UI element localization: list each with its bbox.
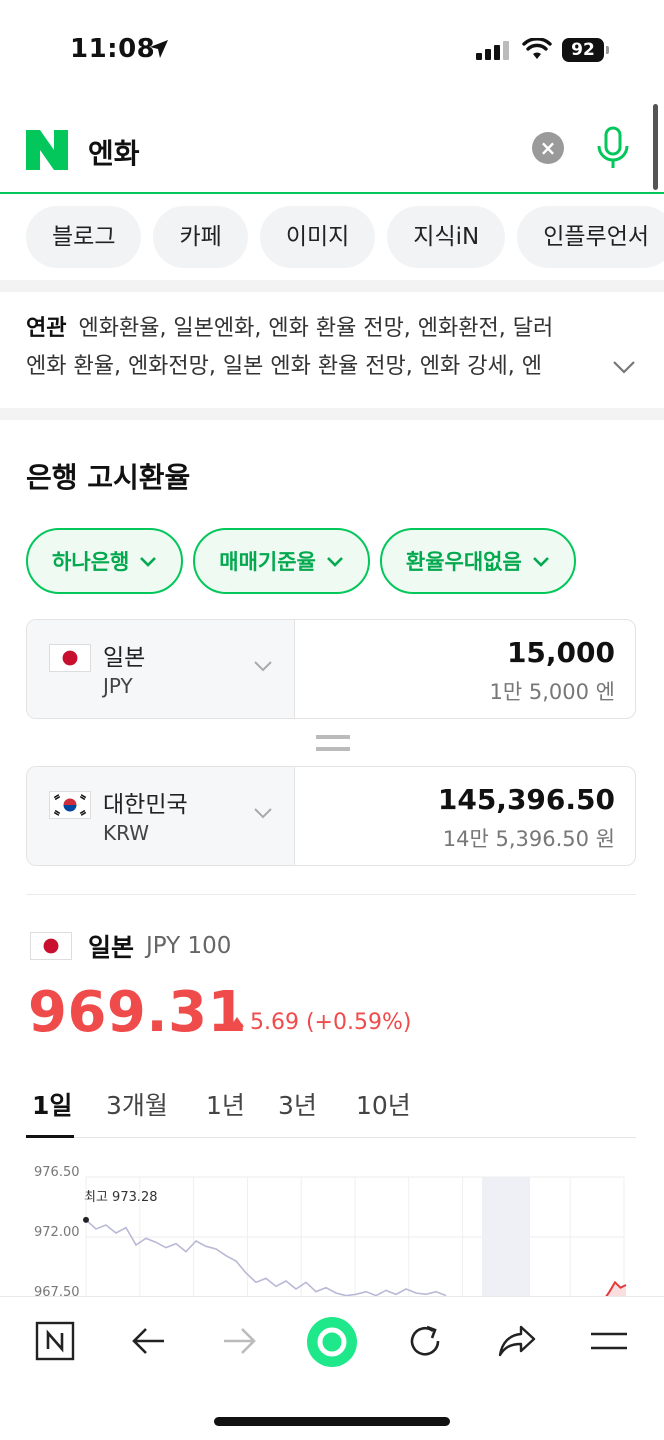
bank-select[interactable]: 하나은행 [26, 528, 184, 594]
to-currency-code: KRW [103, 821, 149, 845]
status-bar: 11:08 92 [0, 0, 664, 100]
chevron-down-icon [140, 556, 157, 567]
tab-3months[interactable]: 3개월 [106, 1086, 168, 1122]
share-icon[interactable] [497, 1321, 537, 1361]
to-amount-words: 14만 5,396.50 원 [442, 827, 615, 851]
triangle-up-icon [230, 1017, 244, 1027]
discount-select[interactable]: 환율우대없음 [379, 528, 576, 594]
active-tab-indicator [26, 1135, 74, 1138]
from-currency-name: 일본 [103, 645, 146, 671]
section-divider [0, 408, 664, 420]
to-currency-select[interactable]: 대한민국 KRW [27, 767, 295, 865]
to-currency-row: 대한민국 KRW 145,396.50 14만 5,396.50 원 [26, 766, 636, 866]
forward-arrow-icon[interactable] [220, 1321, 260, 1361]
chevron-down-icon [254, 808, 272, 819]
related-keywords-line2[interactable]: 엔화 환율, 엔화전망, 일본 엔화 환율 전망, 엔화 강세, 엔 [26, 354, 542, 379]
to-currency-name: 대한민국 [103, 792, 188, 818]
tab-1year[interactable]: 1년 [206, 1086, 245, 1122]
chevron-down-icon [254, 661, 272, 672]
period-tabs: 1일 3개월 1년 3년 10년 [26, 1080, 636, 1138]
rate-header: 일본 JPY 100 [30, 928, 231, 964]
tab-blog[interactable]: 블로그 [26, 206, 142, 268]
japan-flag-icon [49, 644, 91, 672]
exchange-filters: 하나은행 매매기준율 환율우대없음 [26, 528, 586, 594]
from-currency-select[interactable]: 일본 JPY [27, 620, 295, 718]
rate-type-label: 매매기준율 [219, 550, 316, 574]
equals-icon [316, 735, 350, 751]
rate-change: 5.69 (+0.59%) [230, 1010, 411, 1035]
back-arrow-icon[interactable] [128, 1321, 168, 1361]
search-bar: 엔화 × [0, 104, 664, 194]
status-time: 11:08 [70, 34, 156, 64]
tab-influencer[interactable]: 인플루언서 [517, 206, 664, 268]
tab-cafe[interactable]: 카페 [153, 206, 248, 268]
section-title: 은행 고시환율 [26, 461, 191, 494]
chevron-down-icon[interactable] [612, 360, 636, 374]
tab-3years[interactable]: 3년 [278, 1086, 317, 1122]
tab-image[interactable]: 이미지 [259, 206, 376, 268]
japan-flag-icon [30, 932, 72, 960]
from-amount: 15,000 [506, 636, 615, 669]
related-keywords-line1[interactable]: 엔화환율, 일본엔화, 엔화 환율 전망, 엔화환전, 달러 [78, 316, 553, 341]
to-amount: 145,396.50 [437, 783, 615, 816]
clear-search-button[interactable]: × [532, 132, 564, 164]
tab-knowledge-in[interactable]: 지식iN [387, 206, 506, 268]
from-amount-input[interactable]: 15,000 1만 5,000 엔 [295, 620, 635, 718]
closed-period-band [482, 1177, 530, 1297]
menu-icon[interactable] [589, 1321, 629, 1361]
cellular-signal-icon [476, 41, 509, 60]
chevron-down-icon [532, 556, 549, 567]
bank-select-label: 하나은행 [52, 550, 130, 574]
scrollbar[interactable] [653, 104, 658, 190]
related-searches: 연관 엔화환율, 일본엔화, 엔화 환율 전망, 엔화환전, 달러 엔화 환율, … [0, 292, 664, 410]
from-currency-code: JPY [103, 674, 133, 698]
search-input[interactable]: 엔화 [88, 132, 140, 172]
tab-1day[interactable]: 1일 [32, 1086, 72, 1122]
rate-country: 일본 [88, 933, 135, 962]
max-point-marker [83, 1216, 89, 1223]
from-amount-words: 1만 5,000 엔 [489, 680, 615, 704]
tab-10years[interactable]: 10년 [356, 1086, 411, 1122]
rate-unit: JPY 100 [146, 933, 232, 959]
from-currency-row: 일본 JPY 15,000 1만 5,000 엔 [26, 619, 636, 719]
green-dot-button-icon[interactable] [306, 1316, 358, 1368]
discount-label: 환율우대없음 [405, 550, 522, 574]
wifi-icon [522, 38, 552, 59]
naver-home-icon[interactable] [35, 1321, 75, 1361]
to-amount-input[interactable]: 145,396.50 14만 5,396.50 원 [295, 767, 635, 865]
korea-flag-icon [49, 791, 91, 819]
home-indicator [214, 1417, 450, 1426]
section-divider [0, 280, 664, 292]
rate-chart[interactable] [26, 1156, 636, 1298]
battery-indicator: 92 [562, 38, 609, 62]
naver-logo-icon[interactable] [26, 130, 68, 170]
reload-icon[interactable] [405, 1321, 445, 1361]
microphone-icon[interactable] [594, 126, 632, 172]
related-label: 연관 [26, 316, 67, 341]
chevron-down-icon [326, 556, 343, 567]
category-tabs: 블로그 카페 이미지 지식iN 인플루언서 [26, 206, 664, 268]
divider [26, 894, 636, 895]
location-arrow-icon [150, 40, 168, 58]
rate-value: 969.31 [28, 980, 248, 1045]
rate-type-select[interactable]: 매매기준율 [193, 528, 370, 594]
rate-change-text: 5.69 (+0.59%) [250, 1010, 412, 1035]
